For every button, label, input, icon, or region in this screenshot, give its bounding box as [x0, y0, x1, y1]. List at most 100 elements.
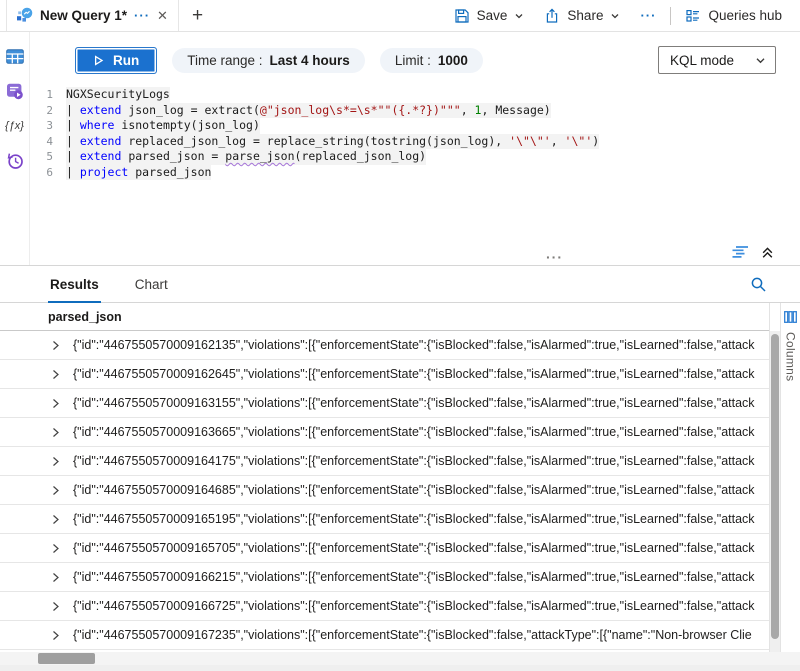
share-button[interactable]: Share	[534, 8, 630, 24]
share-icon	[544, 8, 560, 24]
editor-tools	[731, 245, 774, 259]
divider	[670, 7, 671, 25]
code-text: | extend json_log = extract(@"json_log\s…	[66, 103, 551, 119]
results-body: parsed_json {"id":"4467550570009162135",…	[0, 303, 800, 652]
expand-row-icon[interactable]	[50, 340, 73, 351]
window-bottom-edge	[0, 665, 800, 671]
queries-hub-icon	[685, 8, 701, 24]
tab-close-icon[interactable]: ✕	[157, 8, 168, 24]
tab-more-menu[interactable]: ···	[134, 8, 150, 23]
row-json-text: {"id":"4467550570009163155","violations"…	[73, 396, 769, 410]
results-tab-bar: Results Chart	[0, 266, 800, 303]
table-row[interactable]: {"id":"4467550570009167235","violations"…	[0, 621, 769, 650]
column-header-parsed-json[interactable]: parsed_json	[0, 303, 769, 331]
table-row[interactable]: {"id":"4467550570009166725","violations"…	[0, 592, 769, 621]
functions-glyph: {ƒx}	[5, 120, 24, 132]
chevron-down-icon	[610, 11, 620, 21]
table-row[interactable]: {"id":"4467550570009163665","violations"…	[0, 418, 769, 447]
expand-row-icon[interactable]	[50, 369, 73, 380]
table-row[interactable]: {"id":"4467550570009162135","violations"…	[0, 331, 769, 360]
query-mode-value: KQL mode	[670, 53, 734, 68]
row-json-text: {"id":"4467550570009165195","violations"…	[73, 512, 769, 526]
table-row[interactable]: {"id":"4467550570009163155","violations"…	[0, 389, 769, 418]
expand-row-icon[interactable]	[50, 485, 73, 496]
expand-row-icon[interactable]	[50, 601, 73, 612]
line-number: 1	[30, 87, 66, 103]
expand-row-icon[interactable]	[50, 630, 73, 641]
table-row[interactable]: {"id":"4467550570009166215","violations"…	[0, 563, 769, 592]
line-number: 2	[30, 103, 66, 119]
pane-splitter-handle[interactable]: ···	[546, 249, 563, 265]
editor-line[interactable]: 6| project parsed_json	[30, 165, 800, 181]
code-text: | extend parsed_json = parse_json(replac…	[66, 149, 426, 165]
collapse-editor-icon[interactable]	[761, 246, 774, 259]
app-logo-icon	[16, 7, 33, 24]
new-tab-button[interactable]: +	[192, 6, 203, 25]
expand-row-icon[interactable]	[50, 456, 73, 467]
expand-row-icon[interactable]	[50, 398, 73, 409]
editor-line[interactable]: 1NGXSecurityLogs	[30, 87, 800, 103]
editor-line[interactable]: 2| extend json_log = extract(@"json_log\…	[30, 103, 800, 119]
table-rows: {"id":"4467550570009162135","violations"…	[0, 331, 769, 652]
connection-rail: {ƒx}	[0, 32, 30, 265]
time-range-value: Last 4 hours	[270, 53, 350, 68]
expand-row-icon[interactable]	[50, 514, 73, 525]
row-json-text: {"id":"4467550570009166215","violations"…	[73, 570, 769, 584]
columns-icon	[784, 311, 797, 323]
table-row[interactable]: {"id":"4467550570009165705","violations"…	[0, 534, 769, 563]
columns-panel-label: Columns	[784, 332, 798, 381]
line-number: 5	[30, 149, 66, 165]
vertical-scrollbar[interactable]	[770, 331, 780, 652]
functions-icon[interactable]: {ƒx}	[5, 117, 25, 135]
editor-line[interactable]: 3| where isnotempty(json_log)	[30, 118, 800, 134]
kql-editor[interactable]: 1NGXSecurityLogs2| extend json_log = ext…	[30, 80, 800, 265]
line-number: 3	[30, 118, 66, 134]
chevron-down-icon	[514, 11, 524, 21]
code-text: | where isnotempty(json_log)	[66, 118, 260, 134]
results-grid: parsed_json {"id":"4467550570009162135",…	[0, 303, 770, 652]
expand-row-icon[interactable]	[50, 543, 73, 554]
more-actions-button[interactable]: ···	[630, 8, 666, 23]
table-row[interactable]: {"id":"4467550570009162645","violations"…	[0, 360, 769, 389]
saved-queries-icon[interactable]	[5, 82, 25, 100]
editor-line[interactable]: 4| extend replaced_json_log = replace_st…	[30, 134, 800, 150]
editor-line[interactable]: 5| extend parsed_json = parse_json(repla…	[30, 149, 800, 165]
editor-content: Run Time range : Last 4 hours Limit : 10…	[30, 32, 800, 265]
query-history-icon[interactable]	[5, 152, 25, 170]
table-row[interactable]: {"id":"4467550570009164685","violations"…	[0, 476, 769, 505]
tab-chart[interactable]: Chart	[133, 277, 170, 302]
table-row[interactable]: {"id":"4467550570009165195","violations"…	[0, 505, 769, 534]
expand-row-icon[interactable]	[50, 572, 73, 583]
table-row[interactable]: {"id":"4467550570009164175","violations"…	[0, 447, 769, 476]
queries-hub-button[interactable]: Queries hub	[675, 8, 792, 24]
horizontal-scrollbar[interactable]	[0, 652, 800, 665]
search-icon[interactable]	[750, 276, 767, 293]
row-json-text: {"id":"4467550570009166725","violations"…	[73, 599, 769, 613]
query-toolbar: Run Time range : Last 4 hours Limit : 10…	[30, 32, 800, 80]
expand-row-icon[interactable]	[50, 427, 73, 438]
row-json-text: {"id":"4467550570009167235","violations"…	[73, 628, 769, 642]
query-tab[interactable]: New Query 1* ··· ✕	[6, 0, 179, 31]
vertical-scrollbar-thumb[interactable]	[771, 334, 779, 639]
code-text: | project parsed_json	[66, 165, 211, 181]
code-text: NGXSecurityLogs	[66, 87, 170, 103]
chevron-down-icon	[755, 55, 766, 66]
row-json-text: {"id":"4467550570009165705","violations"…	[73, 541, 769, 555]
code-text: | extend replaced_json_log = replace_str…	[66, 134, 599, 150]
outline-lines-icon[interactable]	[731, 245, 750, 259]
limit-label: Limit :	[395, 53, 431, 68]
save-button[interactable]: Save	[444, 8, 535, 24]
query-mode-select[interactable]: KQL mode	[658, 46, 776, 74]
tab-results[interactable]: Results	[48, 277, 101, 302]
top-tab-bar: New Query 1* ··· ✕ + Save Share ···	[0, 0, 800, 32]
run-button[interactable]: Run	[75, 47, 157, 74]
row-json-text: {"id":"4467550570009162135","violations"…	[73, 338, 769, 352]
time-range-label: Time range :	[187, 53, 262, 68]
run-label: Run	[113, 53, 139, 68]
tables-icon[interactable]	[5, 47, 25, 65]
columns-panel-toggle[interactable]: Columns	[780, 303, 800, 652]
horizontal-scrollbar-thumb[interactable]	[38, 653, 95, 664]
limit-pill[interactable]: Limit : 1000	[380, 48, 483, 73]
time-range-pill[interactable]: Time range : Last 4 hours	[172, 48, 365, 73]
top-actions: Save Share ··· Queries hub	[444, 7, 800, 25]
